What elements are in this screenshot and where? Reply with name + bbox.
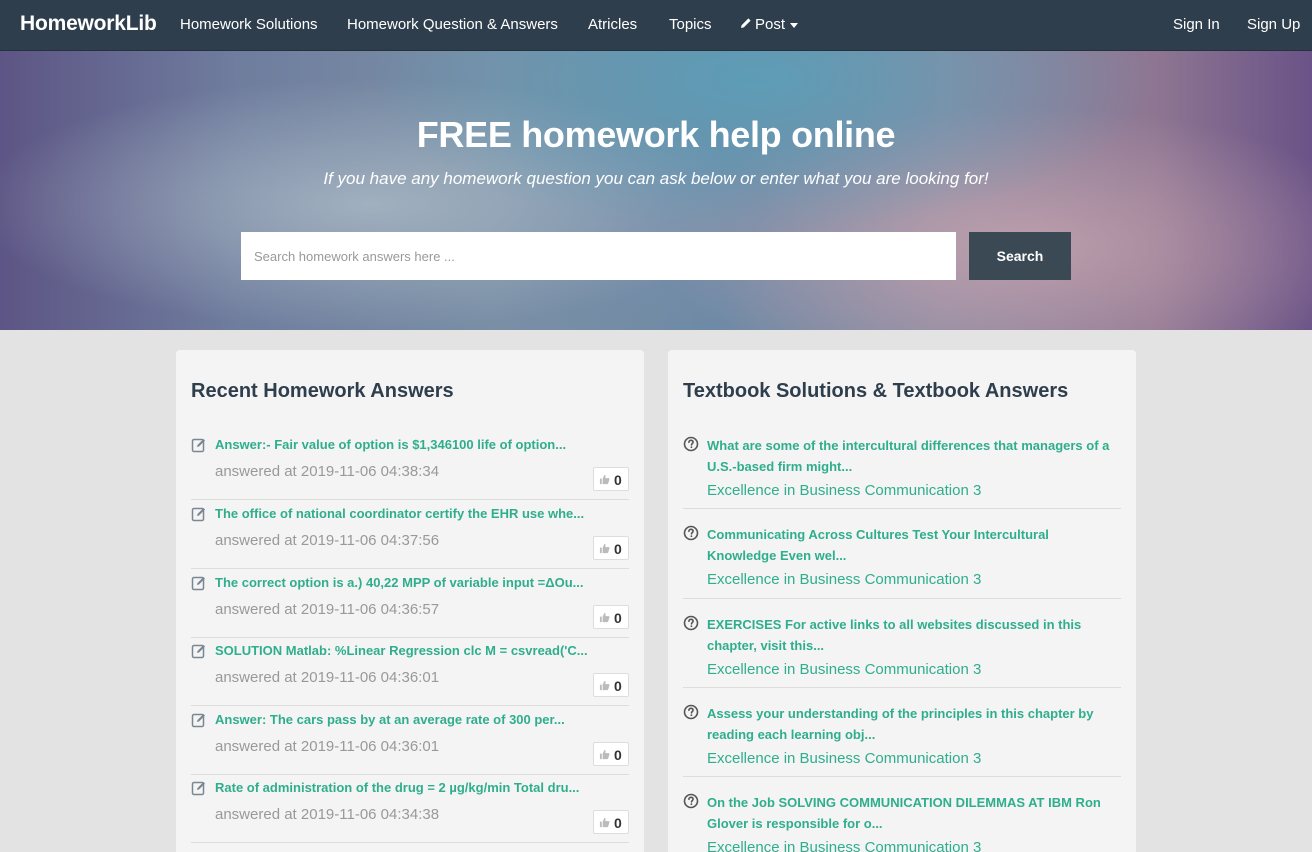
top-navbar: HomeworkLib Homework Solutions Homework … bbox=[0, 0, 1312, 51]
vote-count: 0 bbox=[614, 610, 622, 626]
textbook-question-link[interactable]: EXERCISES For active links to all websit… bbox=[707, 614, 1117, 656]
brand-logo[interactable]: HomeworkLib bbox=[20, 12, 157, 36]
answer-timestamp: answered at 2019-11-06 04:37:56 bbox=[215, 532, 440, 549]
nav-homework-qa[interactable]: Homework Question & Answers bbox=[347, 16, 558, 33]
textbook-question-link[interactable]: Communicating Across Cultures Test Your … bbox=[707, 524, 1117, 566]
answer-link[interactable]: Answer: The cars pass by at an average r… bbox=[215, 712, 565, 727]
sign-in-link[interactable]: Sign In bbox=[1173, 16, 1220, 33]
answer-link[interactable]: The correct option is a.) 40,22 MPP of v… bbox=[215, 575, 584, 590]
list-item: The office of national coordinator certi… bbox=[191, 500, 629, 569]
answer-timestamp: answered at 2019-11-06 04:38:34 bbox=[215, 463, 440, 480]
list-item: EXERCISES For active links to all websit… bbox=[683, 610, 1121, 688]
nav-articles[interactable]: Atricles bbox=[588, 16, 637, 33]
list-item: Rate of administration of the drug = 2 µ… bbox=[191, 774, 629, 843]
thumbs-up-icon bbox=[599, 680, 610, 691]
textbook-book-link[interactable]: Excellence in Business Communication 3 bbox=[707, 661, 981, 678]
question-circle-icon bbox=[683, 436, 699, 452]
question-circle-icon bbox=[683, 704, 699, 720]
list-item: Answer:- Fair value of option is $1,3461… bbox=[191, 431, 629, 500]
textbook-question-link[interactable]: Assess your understanding of the princip… bbox=[707, 703, 1117, 745]
vote-count: 0 bbox=[614, 472, 622, 488]
textbook-book-link[interactable]: Excellence in Business Communication 3 bbox=[707, 750, 981, 767]
question-circle-icon bbox=[683, 793, 699, 809]
pencil-icon bbox=[741, 18, 751, 28]
vote-button[interactable]: 0 bbox=[593, 673, 629, 697]
vote-button[interactable]: 0 bbox=[593, 605, 629, 629]
textbook-book-link[interactable]: Excellence in Business Communication 3 bbox=[707, 571, 981, 588]
thumbs-up-icon bbox=[599, 474, 610, 485]
vote-button[interactable]: 0 bbox=[593, 742, 629, 766]
hero-title: FREE homework help online bbox=[416, 114, 896, 155]
hero-subtitle: If you have any homework question you ca… bbox=[323, 169, 989, 188]
list-item: The correct option is a.) 40,22 MPP of v… bbox=[191, 569, 629, 638]
question-circle-icon bbox=[683, 525, 699, 541]
nav-homework-solutions[interactable]: Homework Solutions bbox=[180, 16, 318, 33]
textbook-book-link[interactable]: Excellence in Business Communication 3 bbox=[707, 482, 981, 499]
vote-button[interactable]: 0 bbox=[593, 467, 629, 491]
thumbs-up-icon bbox=[599, 749, 610, 760]
nav-post-label: Post bbox=[755, 16, 786, 33]
answer-link[interactable]: The office of national coordinator certi… bbox=[215, 506, 584, 521]
hero-banner: FREE homework help online If you have an… bbox=[0, 51, 1312, 330]
vote-count: 0 bbox=[614, 678, 622, 694]
vote-button[interactable]: 0 bbox=[593, 536, 629, 560]
textbook-question-link[interactable]: What are some of the intercultural diffe… bbox=[707, 435, 1117, 477]
textbook-book-link[interactable]: Excellence in Business Communication 3 bbox=[707, 839, 981, 852]
edit-icon bbox=[191, 713, 205, 728]
edit-icon bbox=[191, 576, 205, 591]
thumbs-up-icon bbox=[599, 543, 610, 554]
list-item: Assess your understanding of the princip… bbox=[683, 699, 1121, 777]
list-item: What are some of the intercultural diffe… bbox=[683, 431, 1121, 509]
vote-button[interactable]: 0 bbox=[593, 810, 629, 834]
answer-link[interactable]: Rate of administration of the drug = 2 µ… bbox=[215, 780, 579, 795]
textbook-question-link[interactable]: On the Job SOLVING COMMUNICATION DILEMMA… bbox=[707, 792, 1117, 834]
vote-count: 0 bbox=[614, 541, 622, 557]
list-item: On the Job SOLVING COMMUNICATION DILEMMA… bbox=[683, 788, 1121, 852]
vote-count: 0 bbox=[614, 815, 622, 831]
answer-timestamp: answered at 2019-11-06 04:34:38 bbox=[215, 806, 440, 823]
edit-icon bbox=[191, 438, 205, 453]
list-item: SOLUTION Matlab: %Linear Regression clc … bbox=[191, 637, 629, 706]
thumbs-up-icon bbox=[599, 817, 610, 828]
question-circle-icon bbox=[683, 615, 699, 631]
search-button[interactable]: Search bbox=[969, 232, 1071, 280]
answer-timestamp: answered at 2019-11-06 04:36:01 bbox=[215, 669, 440, 686]
textbook-solutions-title: Textbook Solutions & Textbook Answers bbox=[683, 380, 1069, 402]
chevron-down-icon bbox=[790, 22, 799, 28]
list-item: Answer: The cars pass by at an average r… bbox=[191, 706, 629, 775]
answer-link[interactable]: SOLUTION Matlab: %Linear Regression clc … bbox=[215, 643, 588, 658]
answer-timestamp: answered at 2019-11-06 04:36:01 bbox=[215, 738, 440, 755]
answer-link[interactable]: Answer:- Fair value of option is $1,3461… bbox=[215, 437, 566, 452]
thumbs-up-icon bbox=[599, 612, 610, 623]
answer-timestamp: answered at 2019-11-06 04:36:57 bbox=[215, 601, 440, 618]
nav-post-dropdown[interactable]: Post bbox=[740, 16, 799, 33]
textbook-solutions-panel: Textbook Solutions & Textbook Answers Wh… bbox=[668, 350, 1136, 852]
edit-icon bbox=[191, 507, 205, 522]
list-item: Communicating Across Cultures Test Your … bbox=[683, 520, 1121, 599]
sign-up-link[interactable]: Sign Up bbox=[1247, 16, 1300, 33]
recent-answers-panel: Recent Homework Answers Answer:- Fair va… bbox=[176, 350, 644, 852]
search-input[interactable] bbox=[241, 232, 956, 280]
edit-icon bbox=[191, 781, 205, 796]
vote-count: 0 bbox=[614, 747, 622, 763]
edit-icon bbox=[191, 644, 205, 659]
recent-answers-title: Recent Homework Answers bbox=[191, 380, 454, 402]
nav-topics[interactable]: Topics bbox=[669, 16, 712, 33]
